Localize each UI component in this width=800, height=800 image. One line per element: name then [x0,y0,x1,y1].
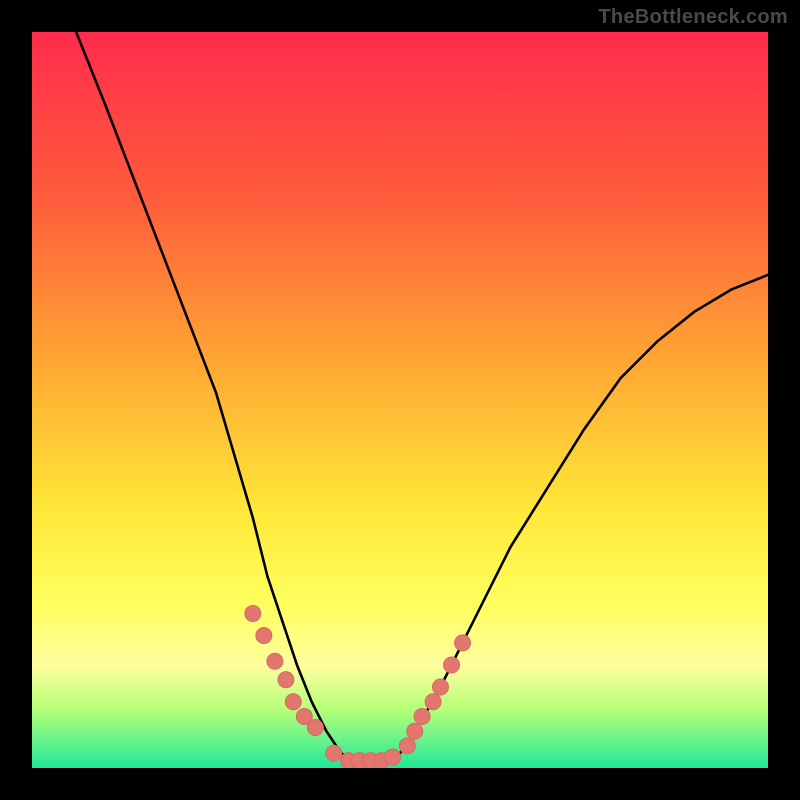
highlight-marker [285,694,301,710]
highlight-marker [307,720,323,736]
highlight-marker [425,694,441,710]
bottleneck-curve-svg [32,32,768,768]
highlight-marker [278,672,294,688]
highlight-marker [256,628,272,644]
highlight-markers [245,605,471,768]
highlight-marker [267,653,283,669]
highlight-marker [245,605,261,621]
highlight-marker [407,723,423,739]
bottleneck-curve-path [76,32,768,761]
highlight-marker [444,657,460,673]
plot-gradient-area [32,32,768,768]
highlight-marker [455,635,471,651]
highlight-marker [399,738,415,754]
chart-frame: TheBottleneck.com [0,0,800,800]
attribution-label: TheBottleneck.com [598,6,788,29]
highlight-marker [414,708,430,724]
highlight-marker [385,749,401,765]
highlight-marker [326,745,342,761]
highlight-marker [432,679,448,695]
